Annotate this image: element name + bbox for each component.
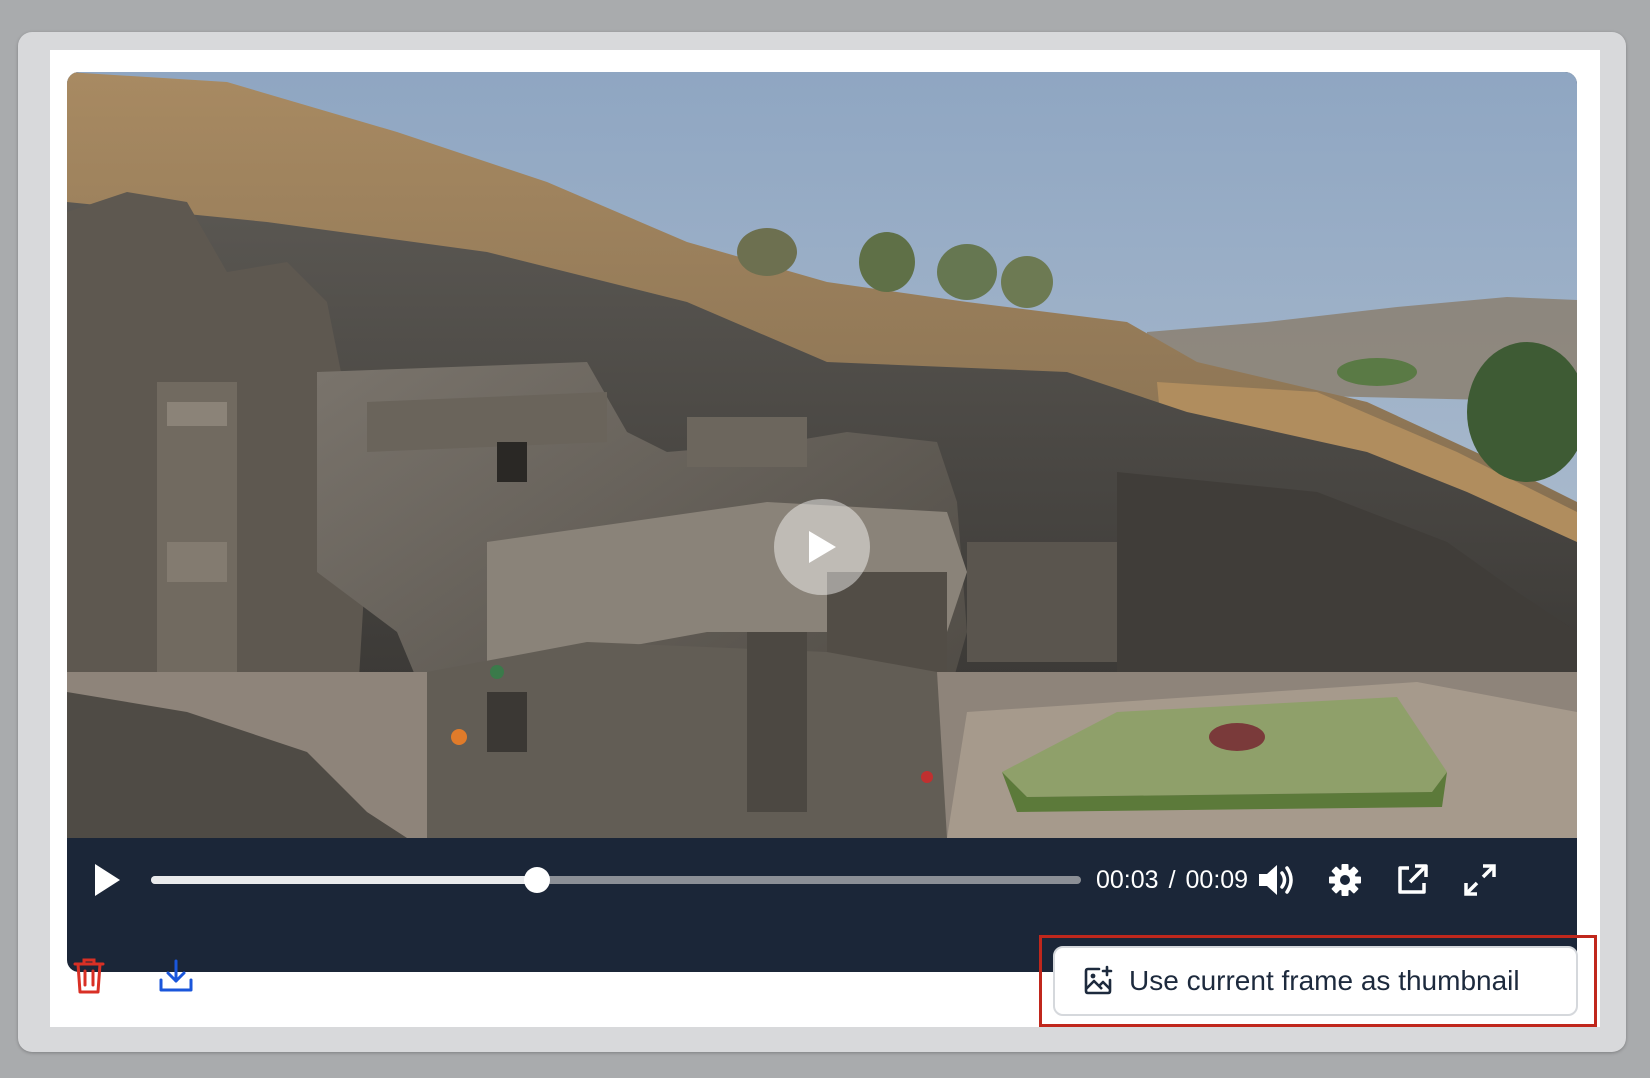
video-still-image — [67, 72, 1577, 838]
download-button[interactable] — [154, 954, 198, 998]
external-link-icon — [1398, 864, 1428, 894]
volume-button[interactable] — [1255, 858, 1299, 902]
play-icon — [95, 864, 120, 896]
fullscreen-button[interactable] — [1458, 858, 1502, 902]
use-frame-as-thumbnail-button[interactable]: Use current frame as thumbnail — [1053, 946, 1578, 1016]
seek-bar-played — [151, 876, 537, 884]
player-controls: 00:03 / 00:09 — [67, 838, 1577, 922]
big-play-button[interactable] — [774, 499, 870, 595]
duration: 00:09 — [1185, 866, 1249, 894]
popout-button[interactable] — [1390, 858, 1434, 902]
settings-button[interactable] — [1323, 858, 1367, 902]
volume-icon — [1259, 865, 1293, 895]
trash-icon — [73, 958, 105, 994]
video-card: 00:03 / 00:09 Use current frame as thumbna… — [50, 50, 1600, 1027]
play-button[interactable] — [85, 858, 129, 902]
gear-icon — [1329, 864, 1361, 896]
thumbnail-button-label: Use current frame as thumbnail — [1129, 965, 1520, 996]
fullscreen-icon — [1464, 864, 1496, 896]
delete-button[interactable] — [67, 954, 111, 998]
image-plus-icon — [1081, 964, 1115, 998]
time-display: 00:03 / 00:09 — [1096, 866, 1248, 894]
play-icon — [809, 531, 836, 563]
media-actions-bar: Use current frame as thumbnail — [50, 930, 1600, 1027]
video-player[interactable]: 00:03 / 00:09 — [67, 72, 1577, 972]
seek-bar[interactable] — [151, 867, 1081, 893]
download-icon — [159, 959, 193, 992]
time-separator: / — [1168, 866, 1176, 894]
seek-bar-handle[interactable] — [523, 867, 550, 893]
video-frame[interactable] — [67, 72, 1577, 838]
current-time: 00:03 — [1096, 866, 1159, 894]
